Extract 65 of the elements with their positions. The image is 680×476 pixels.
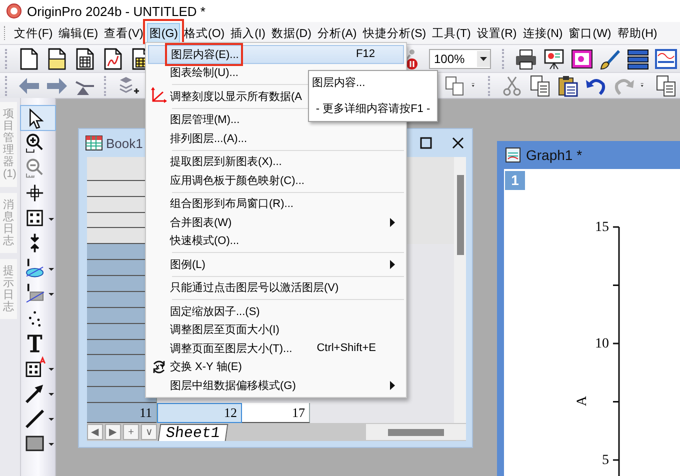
copy-icon[interactable]	[528, 74, 552, 98]
graph-window-icon	[505, 147, 521, 163]
axis-title: A	[575, 396, 590, 406]
menu-item[interactable]: 窗口(W)	[566, 22, 614, 44]
menu-item[interactable]: 调整图层至页面大小(I)	[148, 320, 404, 339]
table-cell[interactable]: 17	[242, 403, 310, 424]
maximize-icon[interactable]	[420, 137, 432, 149]
close-icon[interactable]	[452, 137, 464, 149]
menu-item[interactable]: 设置(R)	[474, 22, 519, 44]
axis-tick-label: 10	[595, 336, 609, 352]
copy-icon[interactable]	[654, 74, 678, 98]
sheet-nav-button[interactable]: +	[123, 424, 139, 440]
printer-icon[interactable]	[514, 46, 538, 70]
menu-item[interactable]: 快速模式(O)...	[148, 232, 404, 250]
menu-item[interactable]: 提取图层到新图表(X)...	[148, 152, 404, 171]
menu-item[interactable]: 调整页面至图层大小(T)... Ctrl+Shift+E	[148, 339, 404, 358]
window-title: Book1	[106, 136, 143, 150]
menu-item[interactable]: 排列图层...(A)...	[148, 129, 404, 148]
menu-item[interactable]: 文件(F)	[12, 22, 55, 44]
zoom-combo[interactable]: 100%	[429, 48, 491, 68]
submenu-arrow-icon	[390, 260, 395, 269]
layers-icon[interactable]	[626, 46, 650, 70]
paste-icon[interactable]	[556, 74, 580, 98]
sheet-nav-button[interactable]: ▶	[105, 424, 121, 440]
axis-tick-label: 5	[602, 453, 609, 468]
menu-item[interactable]: 数据(D)	[269, 22, 314, 44]
pointer-icon[interactable]	[21, 106, 55, 130]
submenu-arrow-icon	[390, 218, 395, 227]
axis-tick-label: 15	[595, 220, 609, 235]
sheet-nav-button[interactable]: ◀	[87, 424, 103, 440]
menu-item[interactable]: 快捷分析(S)	[360, 22, 428, 44]
axes-icon	[150, 87, 168, 106]
menu-item[interactable]: 只能通过点击图层号以激活图层(V)	[148, 278, 404, 297]
menu-item[interactable]: 查看(V)	[102, 22, 146, 44]
menu-item[interactable]: 图层内容(E)... F12	[148, 45, 404, 64]
menu-item[interactable]: 图层中组数据偏移模式(G)	[148, 376, 404, 394]
menu-item[interactable]: 交换 X-Y 轴(E)	[148, 358, 404, 376]
menu-item[interactable]: 帮助(H)	[615, 22, 660, 44]
window-title: Graph1 *	[526, 147, 582, 163]
presentation-icon[interactable]	[542, 46, 566, 70]
sheet-nav-button[interactable]: ∨	[141, 424, 157, 440]
menu-item[interactable]: 连接(N)	[520, 22, 565, 44]
menu-item[interactable]: 应用调色板于颜色映射(C)...	[148, 171, 404, 190]
menu-item[interactable]: 插入(I)	[228, 22, 268, 44]
menu-item[interactable]: 工具(T)	[430, 22, 473, 44]
table-cell[interactable]: 12	[157, 403, 242, 424]
caret-icon	[480, 56, 487, 60]
menu-item[interactable]: 组合图形到布局窗口(R)...	[148, 194, 404, 213]
slide-icon[interactable]	[570, 46, 594, 70]
menu-item[interactable]: 固定缩放因子...(S)	[148, 302, 404, 320]
tooltip-title: 图层内容...	[312, 76, 366, 90]
graph-window-icon[interactable]	[654, 46, 678, 70]
horizontal-scrollbar[interactable]	[366, 424, 466, 440]
window-title: OriginPro 2024b - UNTITLED *	[27, 4, 206, 18]
menu-item[interactable]: 图例(L)	[148, 255, 404, 274]
menu-item[interactable]: 编辑(E)	[56, 22, 100, 44]
workbook-icon	[85, 135, 103, 151]
app-logo-icon	[6, 3, 22, 19]
menu-item[interactable]: 分析(A)	[315, 22, 359, 44]
menu-item[interactable]: 合并图表(W)	[148, 213, 404, 232]
vertical-scrollbar[interactable]	[454, 157, 466, 423]
menu-item[interactable]: 格式(O)	[182, 22, 227, 44]
table-cell[interactable]: 11	[87, 403, 157, 424]
submenu-arrow-icon	[390, 380, 395, 390]
sheet-tab[interactable]: Sheet1	[158, 424, 228, 440]
